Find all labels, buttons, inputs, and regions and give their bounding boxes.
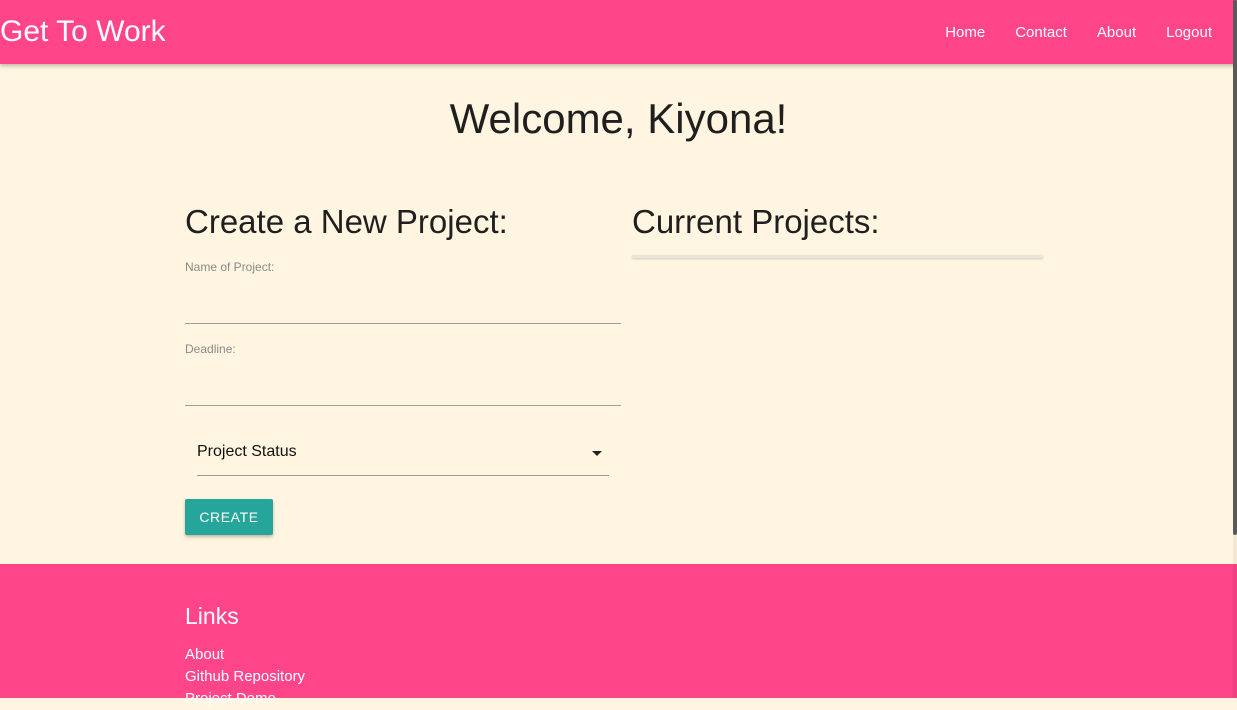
footer-link-github[interactable]: Github Repository [185,666,305,688]
top-navbar: Get To Work Home Contact About Logout [0,0,1237,64]
nav-link-home[interactable]: Home [930,24,1000,41]
project-name-input[interactable] [185,284,621,324]
project-status-value: Project Status [197,443,297,460]
caret-down-icon [592,451,602,456]
nav-link-contact[interactable]: Contact [1000,24,1082,41]
current-projects-heading: Current Projects: [632,203,880,240]
footer-links-heading: Links [185,603,239,629]
create-button[interactable]: CREATE [185,499,273,535]
brand-logo[interactable]: Get To Work [0,14,166,50]
nav-link-about[interactable]: About [1082,24,1151,41]
deadline-input[interactable] [185,366,621,406]
project-name-label: Name of Project: [185,260,275,274]
page-footer: Links About Github Repository Project De… [0,564,1237,707]
projects-list-divider [632,255,1043,258]
main-content: Welcome, Kiyona! Create a New Project: N… [0,64,1237,564]
deadline-label: Deadline: [185,342,236,356]
nav-links: Home Contact About Logout [930,0,1227,64]
footer-links-list: About Github Repository Project Demo [185,644,305,710]
welcome-heading: Welcome, Kiyona! [449,95,788,142]
nav-link-logout[interactable]: Logout [1151,24,1227,41]
footer-link-demo[interactable]: Project Demo [185,688,305,710]
scrollbar-thumb[interactable] [1233,0,1237,535]
create-project-heading: Create a New Project: [185,203,508,240]
create-project-form: Create a New Project: Name of Project: D… [185,202,621,535]
footer-link-about[interactable]: About [185,644,305,666]
current-projects-panel: Current Projects: [632,202,1044,258]
project-status-select[interactable]: Project Status [197,432,609,476]
